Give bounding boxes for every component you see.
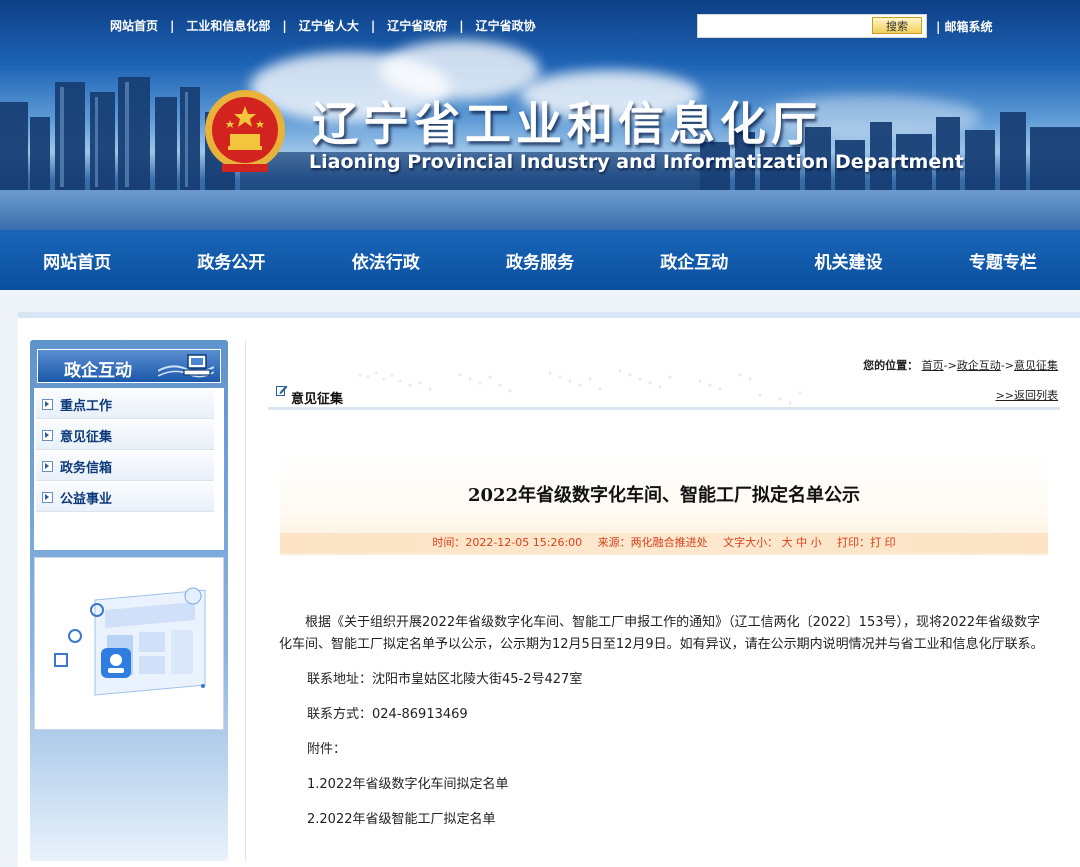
- site-subtitle: Liaoning Provincial Industry and Informa…: [309, 151, 964, 173]
- top-link-miit[interactable]: 工业和信息化部: [186, 17, 270, 34]
- separator: |: [459, 18, 464, 33]
- print-link[interactable]: 打印：打 印: [837, 536, 896, 549]
- separator: |: [170, 18, 175, 33]
- attachment-link[interactable]: 2.2022年省级智能工厂拟定名单: [279, 809, 1049, 831]
- breadcrumb-opinion[interactable]: 意见征集: [1014, 359, 1058, 372]
- article-title: 2022年省级数字化车间、智能工厂拟定名单公示: [467, 485, 861, 506]
- attachments-label: 附件：: [307, 742, 347, 757]
- header-banner: 网站首页 | 工业和信息化部 | 辽宁省人大 | 辽宁省政府 | 辽宁省政协 搜…: [0, 0, 1080, 230]
- sidebar-item-mailbox[interactable]: 政务信箱: [36, 452, 214, 481]
- nav-organization[interactable]: 机关建设: [771, 230, 925, 290]
- arrow-right-icon: [42, 460, 53, 472]
- online-service-illustration-icon: [54, 587, 206, 696]
- sidebar-item-label: 政务信箱: [60, 460, 113, 476]
- top-links: 网站首页 | 工业和信息化部 | 辽宁省人大 | 辽宁省政府 | 辽宁省政协: [110, 17, 536, 34]
- breadcrumb-label: 您的位置：: [863, 359, 919, 372]
- sidebar-item-key-work[interactable]: 重点工作: [36, 390, 214, 419]
- search-button[interactable]: 搜索: [872, 17, 922, 34]
- section-header: 意见征集 >>返回列表: [268, 381, 1060, 410]
- nav-special-topics[interactable]: 专题专栏: [926, 230, 1080, 290]
- article-meta: 时间：2022-12-05 15:26:00 来源：两化融合推进处 文字大小： …: [280, 533, 1048, 553]
- nav-government-affairs[interactable]: 政务公开: [154, 230, 308, 290]
- mail-system-link[interactable]: | 邮箱系统: [936, 18, 993, 35]
- nav-government-services[interactable]: 政务服务: [463, 230, 617, 290]
- sidebar-item-opinion-collection[interactable]: 意见征集: [36, 421, 214, 450]
- nav-interaction[interactable]: 政企互动: [617, 230, 771, 290]
- separator: |: [370, 18, 376, 33]
- top-link-cppcc[interactable]: 辽宁省政协: [476, 17, 536, 34]
- article-paragraph: 根据《关于组织开展2022年省级数字化车间、智能工厂申报工作的通知》（辽工信两化…: [279, 615, 1044, 652]
- arrow-right-icon: [42, 491, 53, 503]
- river: [0, 190, 1080, 230]
- article-title-panel: 2022年省级数字化车间、智能工厂拟定名单公示 时间：2022-12-05 15…: [280, 455, 1048, 555]
- nav-home[interactable]: 网站首页: [0, 230, 154, 290]
- font-size-controls[interactable]: 文字大小： 大 中 小: [723, 536, 822, 549]
- sidebar-item-public-welfare[interactable]: 公益事业: [36, 483, 214, 512]
- sidebar-header: 政企互动: [37, 349, 221, 383]
- sidebar-illustration: [34, 557, 224, 730]
- breadcrumb-interaction[interactable]: 政企互动: [957, 359, 1001, 372]
- back-to-list-link[interactable]: >>返回列表: [996, 387, 1058, 403]
- article-source: 来源：两化融合推进处: [597, 536, 708, 549]
- separator: |: [282, 18, 287, 33]
- sidebar-menu: 重点工作 意见征集 政务信箱 公益事业: [34, 388, 224, 550]
- top-link-government[interactable]: 辽宁省政府: [387, 17, 447, 34]
- breadcrumb-arrow: ->: [943, 359, 957, 372]
- breadcrumb-home[interactable]: 首页: [922, 359, 944, 372]
- sidebar-item-label: 意见征集: [60, 429, 113, 445]
- article-body: 根据《关于组织开展2022年省级数字化车间、智能工厂申报工作的通知》（辽工信两化…: [279, 612, 1049, 844]
- contact-phone: 联系方式：024-86913469: [307, 707, 468, 722]
- top-link-npc[interactable]: 辽宁省人大: [299, 17, 359, 34]
- computer-icon: [158, 354, 214, 378]
- article-time: 时间：2022-12-05 15:26:00: [432, 536, 583, 549]
- contact-address: 联系地址：沈阳市皇姑区北陵大街45-2号427室: [307, 672, 583, 687]
- breadcrumb-arrow: ->: [1000, 359, 1014, 372]
- section-title: 意见征集: [291, 392, 344, 407]
- nav-law-administration[interactable]: 依法行政: [309, 230, 463, 290]
- sidebar-item-label: 重点工作: [60, 398, 113, 414]
- main-nav: 网站首页 政务公开 依法行政 政务服务 政企互动 机关建设 专题专栏: [0, 230, 1080, 290]
- edit-pencil-icon: [276, 385, 288, 396]
- sidebar-title: 政企互动: [64, 361, 132, 381]
- arrow-right-icon: [42, 398, 53, 410]
- site-title: 辽宁省工业和信息化厅: [312, 97, 822, 151]
- arrow-right-icon: [42, 429, 53, 441]
- sidebar-item-label: 公益事业: [60, 491, 113, 507]
- national-emblem-icon: [205, 90, 285, 172]
- top-link-home[interactable]: 网站首页: [110, 17, 158, 34]
- attachment-link[interactable]: 1.2022年省级数字化车间拟定名单: [279, 774, 1049, 796]
- breadcrumb: 您的位置： 首页->政企互动->意见征集: [863, 357, 1058, 373]
